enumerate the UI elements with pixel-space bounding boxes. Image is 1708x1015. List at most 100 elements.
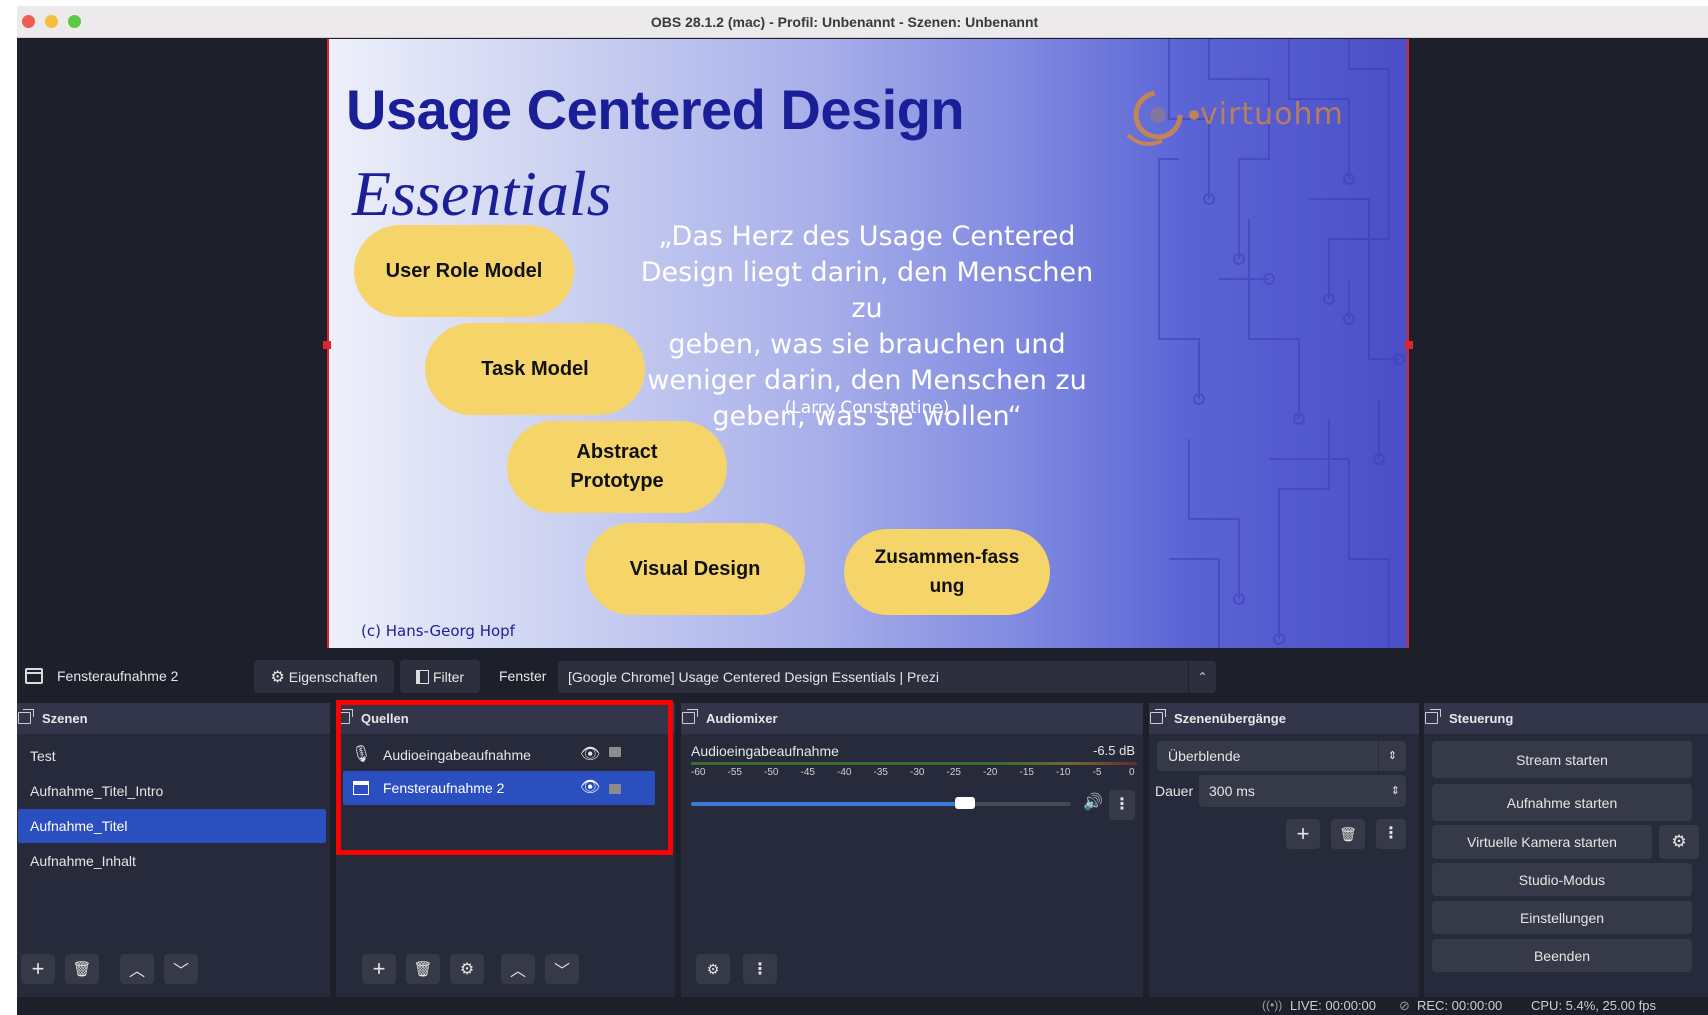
start-virtual-camera-button[interactable]: Virtuelle Kamera starten <box>1432 825 1652 859</box>
plus-icon: + <box>1296 821 1310 846</box>
mixer-menu-button[interactable]: ⋮ <box>743 954 777 984</box>
mixer-level: -6.5 dB <box>1093 743 1135 758</box>
filter-icon <box>415 669 429 684</box>
mixer-channel-name: Audioeingabeaufnahme <box>691 743 839 759</box>
eye-icon[interactable]: 👁 <box>580 738 600 772</box>
dock-float-icon[interactable] <box>337 709 353 724</box>
meter-scale-tick: -35 <box>873 767 888 778</box>
meter-scale-tick: -10 <box>1056 767 1071 778</box>
virtual-camera-settings-button[interactable]: ⚙ <box>1659 825 1699 859</box>
volume-slider-fill <box>691 802 965 806</box>
resize-handle-left[interactable] <box>323 341 331 349</box>
sources-dock: Quellen 🎙 Audioeingabeaufnahme 👁 Fenster… <box>336 703 675 997</box>
sources-dock-header: Quellen <box>336 703 675 734</box>
scenes-title: Szenen <box>42 711 88 726</box>
scene-item[interactable]: Aufnahme_Titel_Intro <box>18 774 326 808</box>
add-transition-button[interactable]: + <box>1286 819 1320 849</box>
dock-float-icon[interactable] <box>682 709 698 724</box>
meter-scale-tick: -15 <box>1019 767 1034 778</box>
quote-author: (Larry Constantine) <box>784 398 950 418</box>
source-name: Audioeingabeaufnahme <box>383 747 531 763</box>
scene-item-selected[interactable]: Aufnahme_Titel <box>18 809 326 843</box>
scene-item[interactable]: Aufnahme_Inhalt <box>18 844 326 878</box>
gears-icon: ⚙ <box>706 960 720 977</box>
scenes-dock-header: Szenen <box>17 703 330 734</box>
volume-slider-handle[interactable] <box>954 797 975 809</box>
meter-scale-tick: 0 <box>1129 767 1135 778</box>
trash-icon: 🗑 <box>1339 826 1357 842</box>
dock-float-icon[interactable] <box>18 709 34 724</box>
window-select-value: [Google Chrome] Usage Centered Design Es… <box>568 669 939 685</box>
exit-button[interactable]: Beenden <box>1432 939 1692 972</box>
audio-mixer-title: Audiomixer <box>706 711 778 726</box>
gear-icon: ⚙ <box>1671 832 1687 851</box>
transition-menu-button[interactable]: ⋮ <box>1376 819 1406 849</box>
advanced-audio-button[interactable]: ⚙ <box>696 954 730 984</box>
chevron-updown-icon[interactable]: ⇕ <box>1391 775 1400 807</box>
mixer-channel-menu-button[interactable]: ⋮ <box>1109 790 1135 820</box>
transition-select[interactable]: Überblende ⇕ <box>1157 741 1406 771</box>
add-scene-button[interactable]: + <box>21 954 55 984</box>
eye-icon[interactable]: 👁 <box>580 771 600 805</box>
lock-icon[interactable] <box>609 747 621 757</box>
meter-scale-tick: -30 <box>910 767 925 778</box>
audio-mixer-dock: Audiomixer Audioeingabeaufnahme -6.5 dB … <box>681 703 1143 997</box>
preview-canvas[interactable]: Usage Centered Design Essentials virtuoh… <box>17 38 1708 648</box>
settings-button[interactable]: Einstellungen <box>1432 901 1692 934</box>
duration-label: Dauer <box>1155 783 1194 799</box>
remove-transition-button[interactable]: 🗑 <box>1331 819 1365 849</box>
source-properties-button[interactable]: ⚙ <box>450 954 484 984</box>
scene-item[interactable]: Test <box>18 739 326 773</box>
studio-mode-button[interactable]: Studio-Modus <box>1432 863 1692 896</box>
source-item-selected[interactable]: Fensteraufnahme 2 👁 <box>343 771 655 805</box>
source-name: Fensteraufnahme 2 <box>383 780 505 796</box>
live-status: LIVE: 00:00:00 <box>1290 998 1377 1013</box>
window-capture-icon <box>353 781 369 795</box>
cpu-status: CPU: 5.4%, 25.00 fps <box>1531 998 1657 1013</box>
remove-source-button[interactable]: 🗑 <box>406 954 440 984</box>
pill-task-model: Task Model <box>425 323 645 415</box>
properties-button[interactable]: ⚙ Eigenschaften <box>254 660 394 693</box>
add-source-button[interactable]: + <box>362 954 396 984</box>
trash-icon: 🗑 <box>413 961 433 978</box>
microphone-icon: 🎙 <box>351 746 372 763</box>
properties-label: Eigenschaften <box>288 668 378 685</box>
move-source-up-button[interactable]: ︿ <box>501 954 535 984</box>
gear-icon: ⚙ <box>270 668 285 686</box>
chevron-up-icon: ︿ <box>128 963 145 980</box>
duration-spinbox[interactable]: 300 ms ⇕ <box>1199 775 1406 807</box>
meter-scale-tick: -25 <box>946 767 961 778</box>
dock-float-icon[interactable] <box>1150 709 1166 724</box>
remove-scene-button[interactable]: 🗑 <box>65 954 99 984</box>
window-select[interactable]: [Google Chrome] Usage Centered Design Es… <box>558 661 1216 693</box>
lock-icon[interactable] <box>609 784 621 794</box>
transition-select-value: Überblende <box>1168 748 1241 764</box>
meter-scale-tick: -20 <box>983 767 998 778</box>
move-scene-down-button[interactable]: ﹀ <box>164 954 198 984</box>
sources-title: Quellen <box>361 711 409 726</box>
volume-slider-track[interactable] <box>691 797 1071 809</box>
rec-icon: ⊘ <box>1399 998 1410 1013</box>
chevron-down-icon: ﹀ <box>553 963 570 980</box>
source-item[interactable]: 🎙 Audioeingabeaufnahme 👁 <box>343 738 655 772</box>
move-source-down-button[interactable]: ﹀ <box>545 954 579 984</box>
more-vertical-icon: ⋮ <box>752 961 768 978</box>
filter-button[interactable]: Filter <box>400 660 480 693</box>
slide-preview[interactable]: Usage Centered Design Essentials virtuoh… <box>327 39 1409 648</box>
window-capture-icon <box>25 668 43 684</box>
start-recording-button[interactable]: Aufnahme starten <box>1432 784 1692 821</box>
resize-handle-right[interactable] <box>1405 341 1413 349</box>
slide-subtitle: Essentials <box>352 158 612 229</box>
dock-float-icon[interactable] <box>1425 709 1441 724</box>
chevron-updown-icon: ⇕ <box>1378 741 1406 771</box>
gear-icon: ⚙ <box>459 961 475 978</box>
start-stream-button[interactable]: Stream starten <box>1432 741 1692 778</box>
move-scene-up-button[interactable]: ︿ <box>120 954 154 984</box>
meter-scale-tick: -45 <box>800 767 815 778</box>
more-vertical-icon: ⋮ <box>1383 825 1399 842</box>
logo-text: virtuohm <box>1200 97 1344 132</box>
plus-icon: + <box>31 956 45 981</box>
controls-dock: Steuerung Stream starten Aufnahme starte… <box>1424 703 1708 997</box>
live-icon: ((•)) <box>1262 998 1283 1012</box>
speaker-icon[interactable]: 🔊 <box>1083 792 1103 812</box>
